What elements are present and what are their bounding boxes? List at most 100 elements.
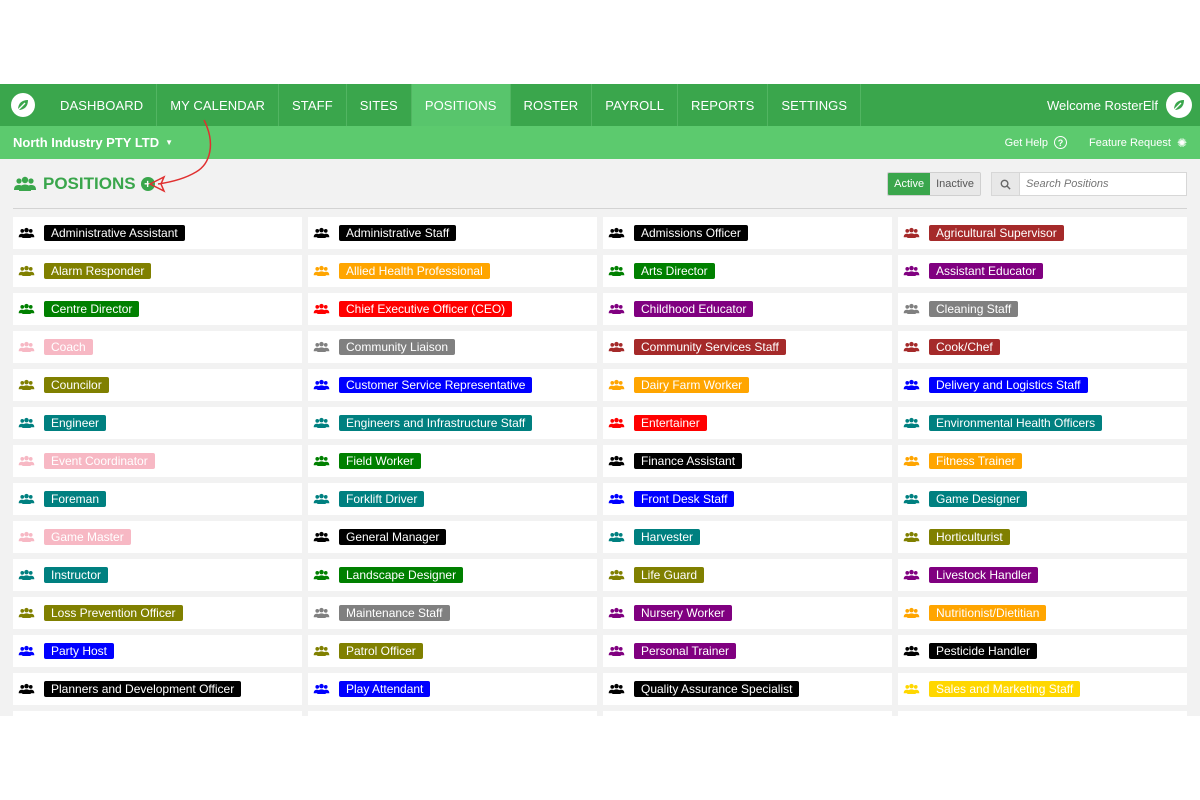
position-card[interactable]: Coach <box>13 331 302 363</box>
nav-item-settings[interactable]: SETTINGS <box>768 84 862 126</box>
position-badge[interactable]: Dairy Farm Worker <box>634 377 750 393</box>
position-card[interactable]: Sales and Marketing Staff <box>898 673 1187 705</box>
position-badge[interactable]: Chief Executive Officer (CEO) <box>339 301 513 317</box>
welcome-area[interactable]: Welcome RosterElf <box>1047 84 1200 126</box>
position-badge[interactable]: Admissions Officer <box>634 225 748 241</box>
position-badge[interactable]: Administrative Staff <box>339 225 457 241</box>
position-badge[interactable]: Planners and Development Officer <box>44 681 242 697</box>
position-card[interactable]: Cook/Chef <box>898 331 1187 363</box>
position-badge[interactable]: Party Host <box>44 643 115 659</box>
position-badge[interactable]: Quality Assurance Specialist <box>634 681 800 697</box>
position-card[interactable]: Play Attendant <box>308 673 597 705</box>
position-card[interactable]: Engineer <box>13 407 302 439</box>
position-card[interactable]: Game Master <box>13 521 302 553</box>
position-card[interactable]: Planners and Development Officer <box>13 673 302 705</box>
position-card[interactable]: Chief Executive Officer (CEO) <box>308 293 597 325</box>
position-card[interactable]: Community Services Staff <box>603 331 892 363</box>
position-card[interactable]: Fitness Trainer <box>898 445 1187 477</box>
search-icon[interactable] <box>992 173 1020 195</box>
position-card[interactable]: Delivery and Logistics Staff <box>898 369 1187 401</box>
position-badge[interactable]: Pesticide Handler <box>929 643 1038 659</box>
position-card[interactable]: Landscape Designer <box>308 559 597 591</box>
position-card[interactable]: Assistant Educator <box>898 255 1187 287</box>
position-card[interactable]: Finance Assistant <box>603 445 892 477</box>
nav-item-my-calendar[interactable]: MY CALENDAR <box>157 84 280 126</box>
position-card[interactable]: Maintenance Staff <box>308 597 597 629</box>
position-card[interactable]: Field Worker <box>308 445 597 477</box>
position-badge[interactable]: General Manager <box>339 529 447 545</box>
position-badge[interactable]: Fitness Trainer <box>929 453 1023 469</box>
position-badge[interactable]: Environmental Health Officers <box>929 415 1103 431</box>
position-card[interactable]: Nursery Worker <box>603 597 892 629</box>
nav-item-staff[interactable]: STAFF <box>279 84 347 126</box>
position-badge[interactable]: Childhood Educator <box>634 301 754 317</box>
feature-request-link[interactable]: Feature Request ✺ <box>1089 136 1187 150</box>
active-filter-button[interactable]: Active <box>888 173 931 195</box>
position-badge[interactable]: Livestock Handler <box>929 567 1039 583</box>
position-card[interactable]: Alarm Responder <box>13 255 302 287</box>
position-card[interactable]: Quality Assurance Specialist <box>603 673 892 705</box>
position-card[interactable]: Allied Health Professional <box>308 255 597 287</box>
position-card[interactable]: Personal Trainer <box>603 635 892 667</box>
position-card[interactable]: Admissions Officer <box>603 217 892 249</box>
position-badge[interactable]: Instructor <box>44 567 109 583</box>
position-card[interactable]: Arts Director <box>603 255 892 287</box>
position-badge[interactable]: Centre Director <box>44 301 140 317</box>
position-badge[interactable]: Nursery Worker <box>634 605 732 621</box>
inactive-filter-button[interactable]: Inactive <box>930 173 980 195</box>
position-badge[interactable]: Game Designer <box>929 491 1028 507</box>
nav-item-roster[interactable]: ROSTER <box>511 84 593 126</box>
position-card[interactable]: Engineers and Infrastructure Staff <box>308 407 597 439</box>
user-avatar-icon[interactable] <box>1166 92 1192 118</box>
position-badge[interactable]: Arts Director <box>634 263 715 279</box>
position-badge[interactable]: Engineers and Infrastructure Staff <box>339 415 533 431</box>
position-badge[interactable]: Maintenance Staff <box>339 605 450 621</box>
position-card[interactable]: Customer Service Representative <box>308 369 597 401</box>
position-card[interactable]: Dairy Farm Worker <box>603 369 892 401</box>
position-badge[interactable]: Cook/Chef <box>929 339 1000 355</box>
search-positions-input[interactable] <box>1020 173 1186 195</box>
position-card[interactable]: Instructor <box>13 559 302 591</box>
position-badge[interactable]: Event Coordinator <box>44 453 155 469</box>
position-card[interactable]: Pesticide Handler <box>898 635 1187 667</box>
position-card[interactable]: Party Host <box>13 635 302 667</box>
position-badge[interactable]: Assistant Educator <box>929 263 1044 279</box>
position-card[interactable]: Agricultural Supervisor <box>898 217 1187 249</box>
position-badge[interactable]: Patrol Officer <box>339 643 423 659</box>
position-badge[interactable]: Forklift Driver <box>339 491 425 507</box>
app-logo[interactable] <box>0 84 46 126</box>
position-card[interactable]: General Manager <box>308 521 597 553</box>
position-badge[interactable]: Loss Prevention Officer <box>44 605 183 621</box>
position-card[interactable]: Horticulturist <box>898 521 1187 553</box>
position-card[interactable]: Livestock Handler <box>898 559 1187 591</box>
position-card[interactable]: Cleaning Staff <box>898 293 1187 325</box>
position-badge[interactable]: Agricultural Supervisor <box>929 225 1064 241</box>
position-badge[interactable]: Harvester <box>634 529 701 545</box>
position-card[interactable]: Front Desk Staff <box>603 483 892 515</box>
position-badge[interactable]: Councilor <box>44 377 109 393</box>
get-help-link[interactable]: Get Help ? <box>1005 136 1067 149</box>
position-card[interactable]: Centre Director <box>13 293 302 325</box>
position-badge[interactable]: Horticulturist <box>929 529 1010 545</box>
position-card[interactable]: Life Guard <box>603 559 892 591</box>
position-badge[interactable]: Delivery and Logistics Staff <box>929 377 1088 393</box>
position-card[interactable]: Event Coordinator <box>13 445 302 477</box>
position-badge[interactable]: Field Worker <box>339 453 421 469</box>
position-badge[interactable]: Administrative Assistant <box>44 225 185 241</box>
position-badge[interactable]: Sales and Marketing Staff <box>929 681 1081 697</box>
position-card[interactable]: Forklift Driver <box>308 483 597 515</box>
add-position-button[interactable]: + <box>140 177 155 191</box>
position-card[interactable]: Community Liaison <box>308 331 597 363</box>
position-badge[interactable]: Cleaning Staff <box>929 301 1019 317</box>
position-badge[interactable]: Community Services Staff <box>634 339 786 355</box>
nav-item-positions[interactable]: POSITIONS <box>411 84 511 126</box>
position-badge[interactable]: Engineer <box>44 415 107 431</box>
position-card[interactable]: Councilor <box>13 369 302 401</box>
nav-item-payroll[interactable]: PAYROLL <box>592 84 679 126</box>
position-badge[interactable]: Customer Service Representative <box>339 377 533 393</box>
position-badge[interactable]: Entertainer <box>634 415 707 431</box>
position-card[interactable]: Foreman <box>13 483 302 515</box>
position-card[interactable]: Childhood Educator <box>603 293 892 325</box>
position-card[interactable]: Game Designer <box>898 483 1187 515</box>
nav-item-sites[interactable]: SITES <box>347 84 412 126</box>
